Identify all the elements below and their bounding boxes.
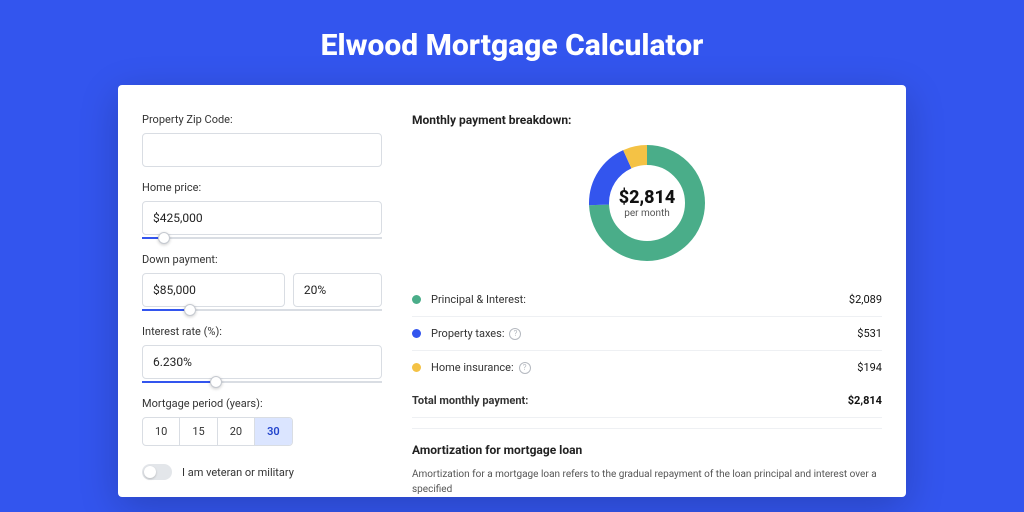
price-input[interactable] [142, 201, 382, 235]
page-title: Elwood Mortgage Calculator [0, 0, 1024, 85]
legend-dot [412, 329, 421, 338]
breakdown-line: Home insurance: ? $194 [412, 351, 882, 384]
total-line: Total monthly payment: $2,814 [412, 384, 882, 418]
breakdown-item-label: Property taxes: ? [431, 327, 521, 340]
donut-chart: $2,814 per month [412, 141, 882, 265]
breakdown-item-label: Home insurance: ? [431, 361, 531, 374]
total-label: Total monthly payment: [412, 394, 528, 407]
breakdown-panel: Monthly payment breakdown: $2,814 per mo… [412, 113, 882, 497]
down-amount-input[interactable] [142, 273, 285, 307]
input-panel: Property Zip Code: Home price: Down paym… [142, 113, 382, 497]
amortization-title: Amortization for mortgage loan [412, 443, 882, 457]
period-option-10[interactable]: 10 [143, 418, 180, 445]
period-option-20[interactable]: 20 [218, 418, 255, 445]
down-percent-input[interactable] [293, 273, 382, 307]
breakdown-title: Monthly payment breakdown: [412, 113, 882, 127]
calculator-card: Property Zip Code: Home price: Down paym… [118, 85, 906, 497]
price-field: Home price: [142, 181, 382, 239]
rate-label: Interest rate (%): [142, 325, 382, 338]
breakdown-item-label: Principal & Interest: [431, 293, 526, 306]
rate-field: Interest rate (%): [142, 325, 382, 383]
price-slider[interactable] [142, 237, 382, 239]
veteran-label: I am veteran or military [182, 466, 294, 479]
breakdown-line: Property taxes: ? $531 [412, 317, 882, 351]
toggle-knob [144, 466, 156, 478]
zip-label: Property Zip Code: [142, 113, 382, 126]
breakdown-item-value: $2,089 [849, 293, 882, 306]
breakdown-line: Principal & Interest: $2,089 [412, 283, 882, 317]
legend-dot [412, 295, 421, 304]
price-label: Home price: [142, 181, 382, 194]
info-icon[interactable]: ? [509, 328, 521, 340]
amortization-text: Amortization for a mortgage loan refers … [412, 467, 882, 497]
period-option-30[interactable]: 30 [255, 418, 292, 445]
rate-input[interactable] [142, 345, 382, 379]
donut-amount: $2,814 [619, 187, 676, 208]
legend-dot [412, 363, 421, 372]
breakdown-item-value: $194 [857, 361, 882, 374]
breakdown-lines: Principal & Interest: $2,089 Property taxe… [412, 283, 882, 384]
veteran-toggle[interactable] [142, 464, 172, 480]
info-icon[interactable]: ? [519, 362, 531, 374]
total-value: $2,814 [848, 394, 882, 407]
down-label: Down payment: [142, 253, 382, 266]
down-slider[interactable] [142, 309, 382, 311]
veteran-row: I am veteran or military [142, 464, 382, 480]
breakdown-item-value: $531 [857, 327, 882, 340]
zip-input[interactable] [142, 133, 382, 167]
down-field: Down payment: [142, 253, 382, 311]
period-group: 10152030 [142, 417, 293, 446]
period-option-15[interactable]: 15 [180, 418, 217, 445]
zip-field: Property Zip Code: [142, 113, 382, 167]
period-label: Mortgage period (years): [142, 397, 382, 410]
amortization-section: Amortization for mortgage loan Amortizat… [412, 428, 882, 497]
rate-slider[interactable] [142, 381, 382, 383]
donut-unit: per month [624, 208, 670, 219]
period-field: Mortgage period (years): 10152030 [142, 397, 382, 446]
